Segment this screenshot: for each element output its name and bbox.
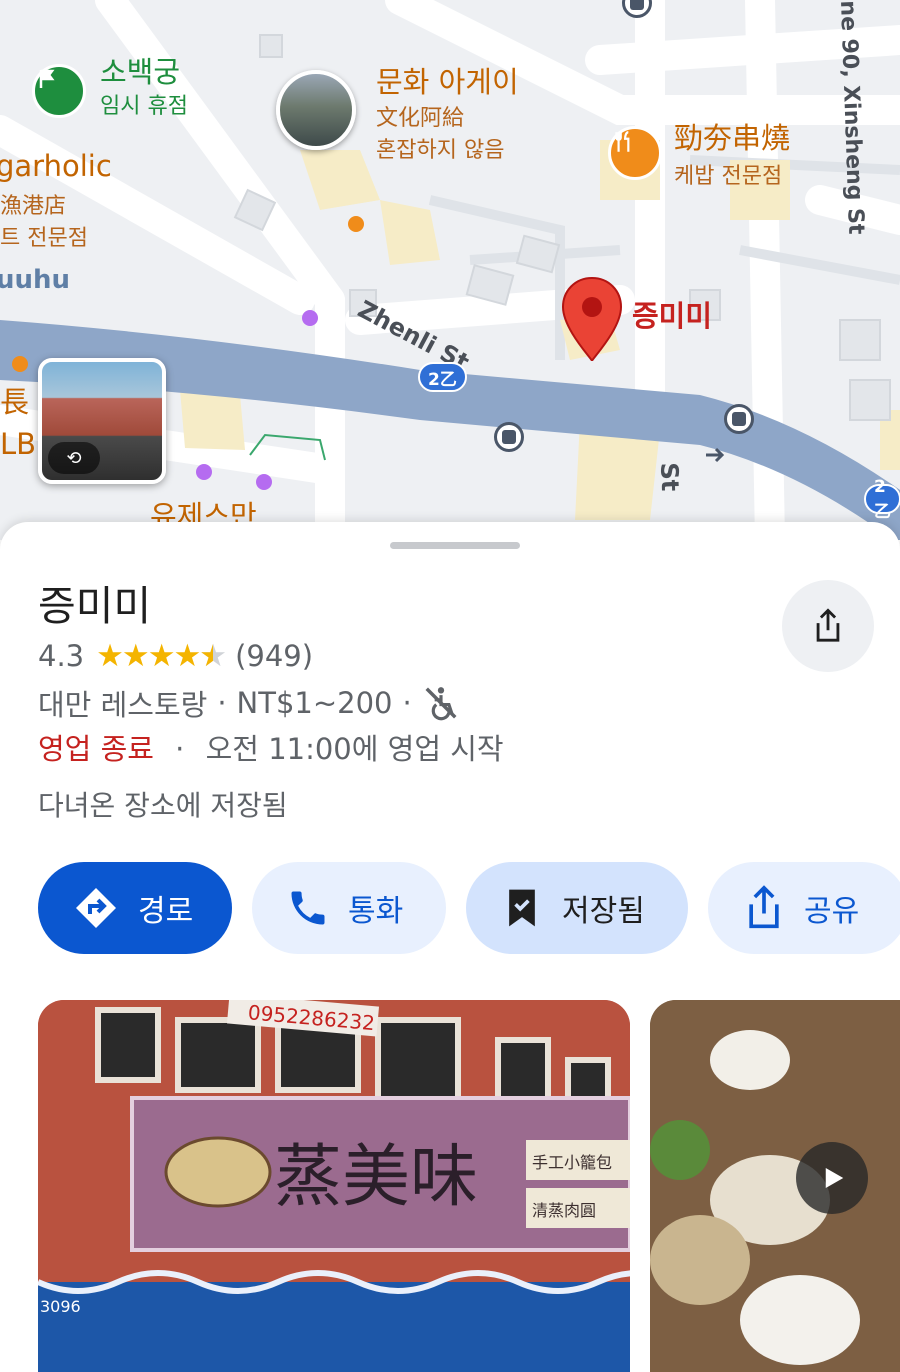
storefront-photo[interactable]: 0952286232 蒸美味 手工小籠包 清蒸肉圓 3096 [38,1000,630,1372]
place-title: 증미미 [38,582,152,630]
storefront-sign: 蒸美味 [274,1138,478,1217]
poi-name-zh: 漁港店 [0,194,67,219]
share-icon [816,608,840,642]
poi-dot[interactable] [302,310,318,326]
price-range: NT$1~200 [236,686,393,720]
poi-dot[interactable] [348,216,364,232]
share-button[interactable] [782,580,874,672]
route-badge: 2乙 [864,477,900,522]
storefront-side-text: 清蒸肉圓 [532,1201,596,1220]
saved-label: 저장됨 [562,894,645,929]
poi-category: 트 전문점 [0,226,88,251]
open-status: 영업 종료 · 오전 11:00에 영업 시작 [38,726,504,768]
storefront-image: 0952286232 蒸美味 手工小籠包 清蒸肉圓 3096 [38,1000,630,1372]
separator: · [175,732,185,766]
wheelchair-not-accessible-icon [425,687,457,721]
food-video-thumbnail[interactable] [650,1000,900,1372]
star-rating: ★★★★★ ★ [96,638,227,674]
poi-status: 혼잡하지 않음 [376,138,505,163]
opening-hours: 오전 11:00에 영업 시작 [205,732,504,766]
awning-number: 3096 [40,1297,81,1316]
photo-carousel[interactable]: 0952286232 蒸美味 手工小籠包 清蒸肉圓 3096 [0,1000,900,1372]
bus-stop-icon[interactable] [494,422,524,452]
street-label: St [655,461,685,492]
share-label: 공유 [804,894,860,929]
poi-name[interactable]: 長 [0,385,29,419]
place-details-sheet[interactable]: 증미미 4.3 ★★★★★ ★ (949) 대만 레스토랑 · NT$1~200 … [0,522,900,1372]
poi-name[interactable]: 勁夯串燒 [674,121,790,155]
map-view[interactable]: 소백궁 임시 휴점 문화 아게이 文化阿給 혼잡하지 않음 勁夯串燒 케밥 전문… [0,0,900,540]
road-label: uuhu [0,265,71,295]
saved-button[interactable]: 저장됨 [466,862,688,954]
bookmark-check-icon [500,886,544,930]
play-icon [825,1168,844,1188]
share-icon [742,884,786,932]
poi-name[interactable]: 소백궁 [100,55,180,89]
flag-icon[interactable] [32,64,86,118]
poi-dot[interactable] [12,356,28,372]
drag-handle[interactable] [390,542,520,549]
red-map-pin-icon[interactable] [560,276,624,364]
saved-note: 다녀온 장소에 저장됨 [38,789,288,822]
action-chips: 경로 통화 저장됨 공유 [38,862,900,954]
review-count: (949) [235,639,314,673]
phone-icon [286,886,330,930]
bus-stop-icon[interactable] [724,404,754,434]
360-rotate-icon: ⟲ [48,442,100,474]
closed-status: 영업 종료 [38,732,154,766]
poi-dot[interactable] [196,464,212,480]
rating-value: 4.3 [38,639,85,673]
poi-status: 임시 휴점 [100,94,188,119]
street-view-thumbnail[interactable]: ⟲ [38,358,166,484]
place-meta: 대만 레스토랑 · NT$1~200 · [38,682,460,724]
poi-name[interactable]: garholic [0,149,112,183]
call-button[interactable]: 통화 [252,862,446,954]
storefront-side-text: 手工小籠包 [532,1153,612,1172]
route-badge: 2乙 [418,362,467,392]
share-chip-button[interactable]: 공유 [708,862,900,954]
poi-category: 케밥 전문점 [674,164,783,189]
separator: · [217,686,227,720]
place-category: 대만 레스토랑 [38,688,208,722]
call-label: 통화 [348,894,404,929]
poi-name-zh: 文化阿給 [376,106,465,131]
selected-place-label[interactable]: 증미미 [632,299,712,333]
place-photo-pin[interactable] [276,70,356,150]
rating-row[interactable]: 4.3 ★★★★★ ★ (949) [38,638,313,674]
poi-name[interactable]: LB [0,427,36,461]
poi-dot[interactable] [256,474,272,490]
play-video-button[interactable] [796,1142,868,1214]
restaurant-icon[interactable] [608,126,662,180]
directions-button[interactable]: 경로 [38,862,232,954]
directions-label: 경로 [138,894,194,929]
separator: · [402,686,412,720]
poi-name[interactable]: 문화 아게이 [376,65,519,99]
directions-icon [72,884,120,932]
